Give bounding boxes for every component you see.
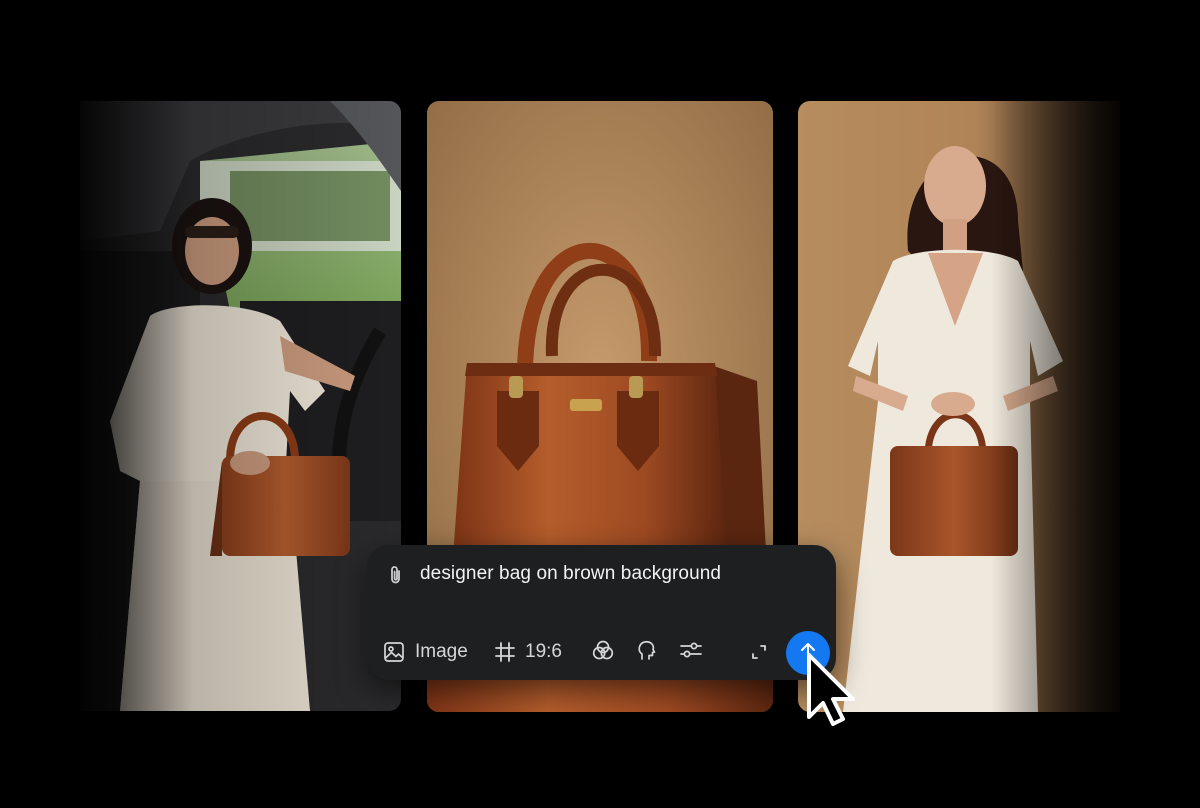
style-button[interactable]	[587, 636, 619, 668]
head-profile-icon	[636, 639, 658, 666]
image-icon	[383, 641, 405, 663]
image-card-woman-studio[interactable]	[798, 101, 1120, 712]
composer-toolbar: Image 19:6	[383, 636, 707, 668]
aspect-ratio-button[interactable]: 19:6	[494, 636, 579, 668]
car-scene-image	[80, 101, 401, 711]
send-button[interactable]	[786, 631, 830, 675]
sliders-icon	[679, 639, 703, 666]
prompt-input[interactable]: designer bag on brown background	[420, 563, 721, 585]
image-mode-label: Image	[415, 641, 468, 662]
image-mode-button[interactable]: Image	[383, 636, 483, 668]
paperclip-icon[interactable]	[385, 564, 407, 586]
hash-grid-icon	[494, 641, 516, 663]
character-button[interactable]	[631, 636, 663, 668]
woman-studio-image	[798, 101, 1120, 712]
arrow-up-icon	[799, 641, 817, 666]
expand-icon[interactable]	[746, 639, 772, 665]
image-card-woman-in-car[interactable]	[80, 101, 401, 711]
spiral-style-icon	[592, 639, 614, 666]
prompt-composer: designer bag on brown background Image 1…	[367, 545, 836, 680]
settings-button[interactable]	[675, 636, 707, 668]
aspect-ratio-value: 19:6	[525, 641, 562, 662]
